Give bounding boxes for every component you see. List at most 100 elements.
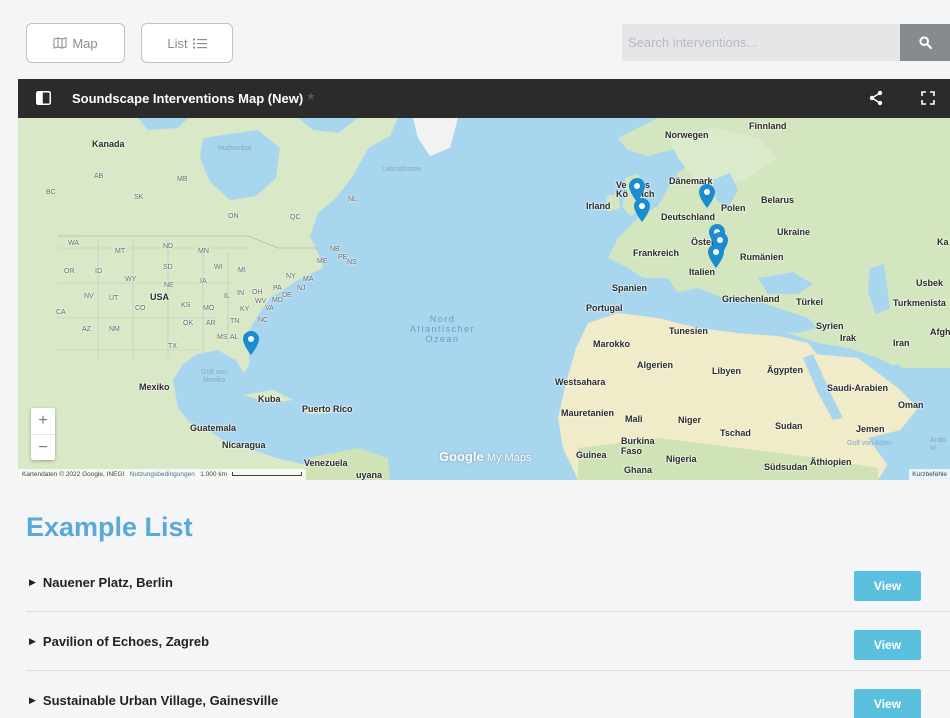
map-label-in: IN (237, 290, 244, 297)
caret-right-icon: ▶ (29, 576, 36, 587)
map-label-ghana: Ghana (624, 465, 653, 475)
map-label-irland: Irland (586, 201, 611, 211)
map-attribution: Kartendaten © 2022 Google, INEGI Nutzung… (18, 469, 306, 480)
map-label-oh: OH (252, 289, 263, 296)
map-label-or: OR (64, 268, 75, 275)
map-label-nl: NL (348, 196, 357, 203)
map-label-hudsonbai: Hudsonbai (218, 145, 252, 152)
map-label-ia: IA (200, 278, 207, 285)
zoom-out-button[interactable]: − (31, 434, 55, 460)
list-item[interactable]: ▶ Nauener Platz, Berlin View (26, 553, 950, 612)
map-label-griechenland: Griechenland (722, 294, 780, 304)
map-label-frankreich: Frankreich (633, 248, 680, 258)
map-label-ka: Ka (937, 237, 949, 247)
view-button[interactable]: View (854, 689, 921, 718)
map-label-usa: USA (150, 292, 170, 302)
map-label-mauretanien: Mauretanien (561, 408, 615, 418)
map-label-bc: BC (46, 189, 56, 196)
map-label-syrien: Syrien (816, 321, 844, 331)
map-label-wa: WA (68, 240, 80, 247)
google-logo-text: Google (439, 449, 484, 464)
map-label-sudan: Sudan (775, 421, 803, 431)
share-icon[interactable] (869, 90, 883, 106)
terms-link[interactable]: Nutzungsbedingungen (130, 471, 195, 478)
map-label-iran: Iran (893, 338, 910, 348)
map-label-ar: AR (206, 320, 216, 327)
map-label-tn: TN (230, 318, 240, 325)
google-my-maps-logo: Google My Maps (439, 449, 531, 464)
list-item-label: Sustainable Urban Village, Gainesville (42, 693, 279, 708)
map-label-wv: WV (255, 298, 267, 305)
map-label-norwegen: Norwegen (665, 130, 709, 140)
list-icon (192, 38, 207, 48)
map-label-golf-von-aden: Golf von Aden (847, 440, 891, 447)
map-label-jemen: Jemen (856, 424, 885, 434)
map-label-labradorsee: Labradorsee (382, 166, 422, 173)
caret-right-icon: ▶ (29, 635, 36, 646)
map-label-nj: NJ (297, 285, 306, 292)
map-pin-uk-south[interactable] (634, 198, 650, 222)
map-label-rumaenien: Rumänien (740, 252, 784, 262)
list-item[interactable]: ▶ Sustainable Urban Village, Gainesville… (26, 671, 950, 718)
map-label-wy: WY (125, 276, 137, 283)
search-bar (622, 24, 950, 61)
list-item-label: Nauener Platz, Berlin (42, 574, 173, 590)
map-label-az: AZ (82, 326, 91, 333)
map-label-aegypten: Ägypten (767, 365, 803, 375)
map-label-kuba: Kuba (258, 394, 281, 404)
map-label-ukraine: Ukraine (777, 227, 811, 237)
map-label-tx: TX (168, 343, 177, 350)
map-label-ny: NY (286, 273, 296, 280)
map-canvas[interactable]: Kanada Hudsonbai Labradorsee AB SK MB BC… (18, 118, 950, 480)
map-label-kanada: Kanada (92, 139, 125, 149)
list-view-label: List (167, 35, 188, 51)
map-label-id: ID (95, 268, 102, 275)
map-label-finnland: Finnland (749, 121, 787, 131)
map-label-guyana: uyana (356, 470, 383, 480)
map-label-deutschland: Deutschland (661, 212, 716, 222)
map-label-guatemala: Guatemala (190, 423, 237, 433)
map-pin-gainesville[interactable] (243, 331, 259, 355)
map-label-ut: UT (109, 295, 119, 302)
attribution-text: Kartendaten © 2022 Google, INEGI (22, 471, 125, 478)
map-label-nv: NV (84, 293, 94, 300)
map-label-pa: PA (273, 285, 282, 292)
search-button[interactable] (900, 24, 950, 61)
map-label-italien: Italien (689, 267, 716, 277)
map-label-aethiopien: Äthiopien (810, 457, 852, 467)
keyboard-shortcuts-link[interactable]: Kurzbefehle (909, 469, 950, 480)
map-label-ab: AB (94, 173, 104, 180)
list-item[interactable]: ▶ Pavilion of Echoes, Zagreb View (26, 612, 950, 671)
list-view-button[interactable]: List (141, 23, 233, 63)
map-view-button[interactable]: Map (26, 23, 125, 63)
view-button[interactable]: View (854, 630, 921, 660)
map-label-ms: MS (217, 334, 228, 341)
map-label-turkmenistan: Turkmenista (893, 298, 946, 308)
map-label-ok: OK (183, 320, 194, 327)
map-label-ne: NE (164, 282, 174, 289)
map-label-va: VA (265, 305, 274, 312)
sidebar-toggle-icon[interactable] (36, 91, 51, 105)
map-label-nm: NM (109, 326, 120, 333)
map-pin-berlin[interactable] (699, 184, 715, 208)
map-label-oman: Oman (898, 400, 924, 410)
map-label-wi: WI (214, 264, 223, 271)
star-icon[interactable]: ★ (306, 90, 316, 103)
fullscreen-icon[interactable] (921, 91, 935, 105)
map-label-co: CO (135, 305, 146, 312)
map-label-mt: MT (115, 248, 126, 255)
my-maps-logo-text: My Maps (483, 452, 532, 464)
map-label-me: ME (317, 258, 328, 265)
map-label-nicaragua: Nicaragua (222, 440, 266, 450)
caret-right-icon: ▶ (29, 695, 36, 705)
zoom-in-button[interactable]: + (31, 408, 55, 434)
map-label-guinea: Guinea (576, 450, 607, 460)
map-label-tuerkei: Türkei (796, 297, 824, 307)
view-button[interactable]: View (854, 571, 921, 601)
search-input[interactable] (622, 24, 900, 61)
map-label-al: AL (230, 334, 239, 341)
map-label-portugal: Portugal (586, 303, 623, 313)
map-label-mb: MB (177, 176, 188, 183)
map-pin-zagreb[interactable] (708, 244, 724, 268)
map-label-usbek: Usbek (916, 278, 944, 288)
